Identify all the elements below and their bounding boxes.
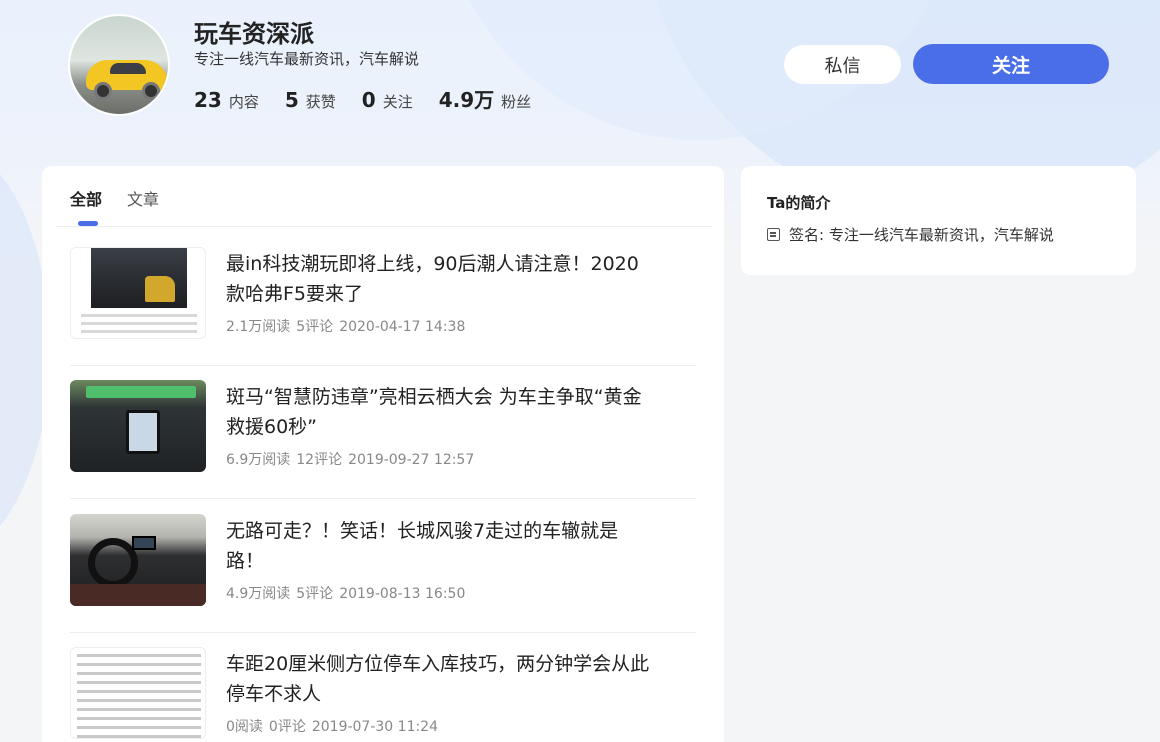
article-date: 2019-08-13 16:50 <box>339 586 466 602</box>
article-title[interactable]: 最in科技潮玩即将上线，90后潮人请注意！2020款哈弗F5要来了 <box>226 249 650 309</box>
stat-label: 关注 <box>382 93 413 111</box>
profile-bio: 专注一线汽车最新资讯，汽车解说 <box>194 50 420 68</box>
article-comments: 5评论 <box>296 319 334 335</box>
thumbnail-steering-wheel <box>88 538 138 588</box>
article-date: 2020-04-17 14:38 <box>339 319 466 335</box>
article-title[interactable]: 斑马“智慧防违章”亮相云栖大会 为车主争取“黄金救援60秒” <box>226 382 650 442</box>
follow-button[interactable]: 关注 <box>913 44 1109 84</box>
article-thumbnail[interactable] <box>70 247 206 339</box>
article-title[interactable]: 车距20厘米侧方位停车入库技巧，两分钟学会从此停车不求人 <box>226 649 650 709</box>
article-reads: 2.1万阅读 <box>226 319 291 335</box>
article-date: 2019-09-27 12:57 <box>348 452 475 468</box>
message-button[interactable]: 私信 <box>784 45 901 84</box>
article-thumbnail[interactable] <box>70 647 206 739</box>
profile-stats: 23 内容 5 获赞 0 关注 4.9万 粉丝 <box>194 84 557 113</box>
article-title[interactable]: 无路可走？！笑话！长城风骏7走过的车辙就是路！ <box>226 516 650 576</box>
thumbnail-text-lines <box>77 654 201 738</box>
article-reads: 6.9万阅读 <box>226 452 291 468</box>
article-reads: 0阅读 <box>226 719 263 735</box>
avatar-car-wheel <box>142 82 160 100</box>
stat-following: 0 关注 <box>362 88 413 112</box>
article-date: 2019-07-30 11:24 <box>311 719 439 735</box>
thumbnail-screen <box>126 410 160 454</box>
article-item[interactable]: 斑马“智慧防违章”亮相云栖大会 为车主争取“黄金救援60秒” 6.9万阅读 12评… <box>70 366 696 499</box>
article-comments: 12评论 <box>296 452 343 468</box>
article-comments: 0评论 <box>268 719 306 735</box>
intro-card: Ta的简介 签名: 专注一线汽车最新资讯，汽车解说 <box>741 166 1136 275</box>
tab-articles[interactable]: 文章 <box>127 186 159 226</box>
stat-content: 23 内容 <box>194 88 259 112</box>
article-item[interactable]: 车距20厘米侧方位停车入库技巧，两分钟学会从此停车不求人 0阅读 0评论 2019-… <box>70 633 696 742</box>
avatar-car-window <box>110 63 146 74</box>
tab-divider <box>56 226 712 227</box>
avatar[interactable] <box>68 14 170 116</box>
stat-number: 4.9万 <box>438 88 495 112</box>
article-list-card: 全部 文章 最in科技潮玩即将上线，90后潮人请注意！2020款哈弗F5要来了 … <box>42 166 724 742</box>
document-icon <box>767 228 780 241</box>
thumbnail-photo <box>91 248 187 308</box>
intro-signature: 签名: 专注一线汽车最新资讯，汽车解说 <box>767 224 1054 245</box>
stat-likes: 5 获赞 <box>285 88 336 112</box>
thumbnail-screen <box>132 536 156 550</box>
signature-text: 签名: 专注一线汽车最新资讯，汽车解说 <box>789 226 1054 244</box>
article-reads: 4.9万阅读 <box>226 586 291 602</box>
article-item[interactable]: 最in科技潮玩即将上线，90后潮人请注意！2020款哈弗F5要来了 2.1万阅读… <box>70 233 696 366</box>
tab-all[interactable]: 全部 <box>70 186 102 226</box>
intro-title: Ta的简介 <box>767 194 831 212</box>
article-thumbnail[interactable] <box>70 380 206 472</box>
article-comments: 5评论 <box>296 586 334 602</box>
stat-number: 23 <box>194 88 222 112</box>
thumbnail-seat <box>70 584 206 606</box>
article-item[interactable]: 无路可走？！笑话！长城风骏7走过的车辙就是路！ 4.9万阅读 5评论 2019-08… <box>70 500 696 633</box>
thumbnail-text-lines <box>81 314 197 338</box>
stat-label: 粉丝 <box>501 93 532 111</box>
article-meta: 0阅读 0评论 2019-07-30 11:24 <box>226 716 444 736</box>
stat-number: 5 <box>284 88 299 112</box>
profile-name: 玩车资深派 <box>194 20 314 48</box>
content-tabs: 全部 文章 <box>70 186 184 226</box>
stat-label: 获赞 <box>305 93 336 111</box>
article-thumbnail[interactable] <box>70 514 206 606</box>
stat-number: 0 <box>361 88 376 112</box>
avatar-car-wheel <box>94 82 112 100</box>
article-meta: 2.1万阅读 5评论 2020-04-17 14:38 <box>226 316 471 336</box>
article-meta: 6.9万阅读 12评论 2019-09-27 12:57 <box>226 449 480 469</box>
stat-label: 内容 <box>228 93 259 111</box>
article-meta: 4.9万阅读 5评论 2019-08-13 16:50 <box>226 583 471 603</box>
thumbnail-banner <box>86 386 196 398</box>
stat-fans: 4.9万 粉丝 <box>439 84 531 113</box>
